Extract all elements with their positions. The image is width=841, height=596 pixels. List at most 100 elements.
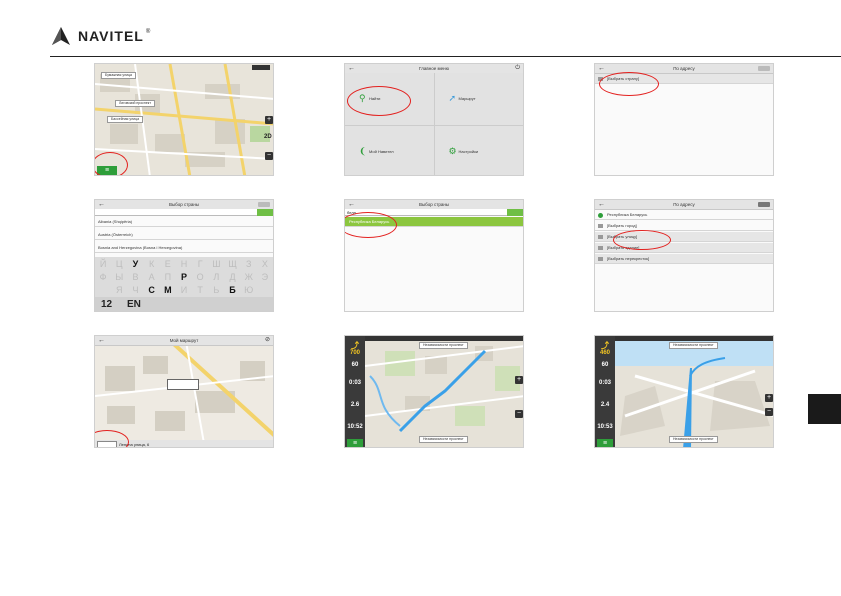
map-street-label: Бумажная улица xyxy=(101,72,136,79)
navigation-panel: ⤴ 700 60 0:03 2.6 10:52 xyxy=(345,336,365,447)
back-arrow-icon[interactable]: ← xyxy=(98,336,105,345)
list-item-label: Austria (Österreich) xyxy=(98,232,133,237)
keyboard-key[interactable]: Ф xyxy=(95,270,111,283)
keyboard-key[interactable]: Г xyxy=(192,257,208,270)
keyboard-key[interactable]: О xyxy=(192,270,208,283)
keyboard-key[interactable]: В xyxy=(127,270,143,283)
location-popup[interactable] xyxy=(167,379,199,390)
keyboard-key[interactable] xyxy=(257,284,273,297)
search-pill-button[interactable] xyxy=(258,202,270,207)
highlight-circle xyxy=(613,230,671,250)
zoom-in-button[interactable]: + xyxy=(765,394,773,402)
back-arrow-icon[interactable]: ← xyxy=(348,200,355,209)
time-remaining: 0:03 xyxy=(348,380,361,386)
keyboard-key[interactable]: Ц xyxy=(111,257,127,270)
list-item[interactable]: Austria (Österreich) xyxy=(95,230,273,240)
keyboard-key[interactable]: М xyxy=(160,284,176,297)
keyboard-key[interactable]: Ю xyxy=(241,284,257,297)
search-pill-button[interactable] xyxy=(758,66,770,71)
keyboard-key[interactable]: Я xyxy=(111,284,127,297)
keyboard-key[interactable]: Е xyxy=(160,257,176,270)
next-street-label: Независимости проспект xyxy=(419,342,468,349)
menu-item-settings[interactable]: ⚙ Настройки xyxy=(434,125,523,175)
back-arrow-icon[interactable]: ← xyxy=(598,64,605,73)
status-bar xyxy=(615,336,773,341)
keyboard-key[interactable]: Ч xyxy=(127,284,143,297)
list-item[interactable]: Bosnia and Herzegovina (Bosna i Hercegov… xyxy=(95,243,273,253)
keyboard-key[interactable]: У xyxy=(127,257,143,270)
map-view[interactable] xyxy=(345,336,523,447)
clock: 10:52 xyxy=(347,424,363,430)
search-pill-button[interactable] xyxy=(758,202,770,207)
ok-button[interactable] xyxy=(257,209,273,216)
menu-button[interactable]: ≡ xyxy=(597,439,613,447)
screen-title: По адресу xyxy=(673,202,695,207)
zoom-out-button[interactable]: − xyxy=(515,410,523,418)
back-arrow-icon[interactable]: ← xyxy=(98,200,105,209)
keyboard-key[interactable]: Д xyxy=(224,270,240,283)
keyboard-key[interactable]: Ж xyxy=(241,270,257,283)
status-bar xyxy=(252,65,270,70)
keyboard-key[interactable]: А xyxy=(144,270,160,283)
menu-item-route[interactable]: ➚ Маршрут xyxy=(434,73,523,125)
keyboard-key[interactable]: Б xyxy=(224,284,240,297)
zoom-in-button[interactable]: + xyxy=(265,116,273,124)
title-bar: ← По адресу xyxy=(595,200,773,210)
crossroad-icon xyxy=(598,257,603,261)
ok-button[interactable] xyxy=(507,209,523,216)
status-bar xyxy=(365,336,523,341)
keyboard-key[interactable]: Ш xyxy=(208,257,224,270)
screenshot-by-address-filled: ← По адресу Республика Беларусь [Выбрать… xyxy=(594,199,774,312)
current-street-label: Независимости проспект xyxy=(669,436,718,443)
list-item-label: [Выбрать перекресток] xyxy=(607,256,650,261)
language-key[interactable]: EN xyxy=(127,299,141,310)
menu-item-label: Настройки xyxy=(458,148,479,154)
street-icon xyxy=(598,235,603,239)
screenshot-by-address: ← По адресу [Выбрать страну] xyxy=(594,63,774,176)
zoom-out-button[interactable]: − xyxy=(765,408,773,416)
keyboard-key[interactable]: Й xyxy=(95,257,111,270)
menu-button[interactable]: ≡ xyxy=(347,439,363,447)
keyboard-key[interactable]: Т xyxy=(192,284,208,297)
screenshot-navigation-3d: ⤴ 460 60 0:03 2.4 10:53 Независимости пр… xyxy=(594,335,774,448)
screen-title: Мой маршрут xyxy=(169,338,199,343)
search-input[interactable] xyxy=(95,209,273,216)
view-mode-toggle[interactable]: 2D xyxy=(264,134,272,140)
list-item[interactable]: [Выбрать перекресток] xyxy=(595,254,773,264)
keyboard-key[interactable]: Х xyxy=(257,257,273,270)
list-item[interactable]: Республика Беларусь xyxy=(595,210,773,220)
keyboard-key[interactable]: К xyxy=(144,257,160,270)
screenshot-country-keyboard: ← Выбор страны Albania (Shqipëria) Austr… xyxy=(94,199,274,312)
keyboard-key[interactable]: Щ xyxy=(224,257,240,270)
keyboard-key[interactable]: Н xyxy=(176,257,192,270)
keyboard-key[interactable]: Ь xyxy=(208,284,224,297)
brand-name: NAVITEL xyxy=(78,28,144,44)
numeric-key[interactable]: 12 xyxy=(101,299,112,310)
list-item[interactable]: Albania (Shqipëria) xyxy=(95,217,273,227)
menu-item-my-navitel[interactable]: ❨ Мой Навител xyxy=(345,125,434,175)
zoom-out-button[interactable]: − xyxy=(265,152,273,160)
map-view[interactable] xyxy=(595,336,773,447)
list-item-label: Республика Беларусь xyxy=(607,212,648,217)
power-icon[interactable]: ⏻ xyxy=(515,64,520,73)
keyboard-key[interactable]: И xyxy=(176,284,192,297)
keyboard-key[interactable]: С xyxy=(144,284,160,297)
back-arrow-icon[interactable]: ← xyxy=(598,200,605,209)
screenshot-navigation-2d: ⤴ 700 60 0:03 2.6 10:52 Независимости пр… xyxy=(344,335,524,448)
keyboard-key[interactable]: Л xyxy=(208,270,224,283)
keyboard-key[interactable]: Р xyxy=(176,270,192,283)
keyboard-key[interactable]: П xyxy=(160,270,176,283)
keyboard-key[interactable] xyxy=(95,284,111,297)
back-arrow-icon[interactable]: ← xyxy=(348,64,355,73)
screen-title: По адресу xyxy=(673,66,695,71)
route-options-icon[interactable]: ⊘ xyxy=(265,336,270,345)
keyboard-key[interactable]: З xyxy=(241,257,257,270)
list-item[interactable]: [Выбрать город] xyxy=(595,221,773,231)
screen-title: Выбор страны xyxy=(418,202,450,207)
zoom-in-button[interactable]: + xyxy=(515,376,523,384)
menu-item-label: Маршрут xyxy=(458,96,476,101)
map-view[interactable] xyxy=(95,336,273,447)
keyboard-key[interactable]: Э xyxy=(257,270,273,283)
keyboard-key[interactable]: Ы xyxy=(111,270,127,283)
menu-item-label: Мой Навител xyxy=(369,148,394,154)
